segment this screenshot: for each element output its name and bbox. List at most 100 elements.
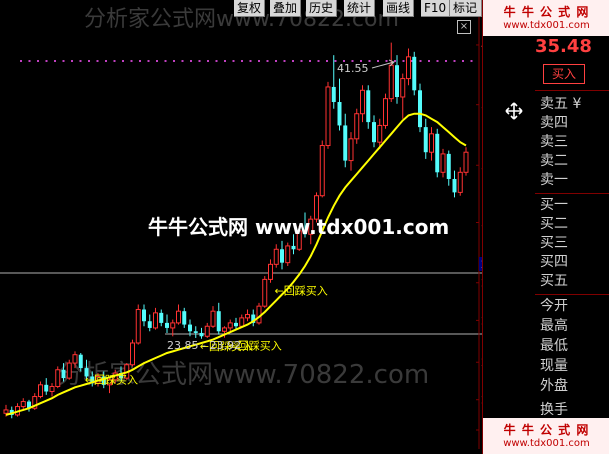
candle-body	[3, 409, 9, 414]
candle-body	[216, 311, 221, 332]
candle-body	[222, 327, 227, 332]
marker-dot	[377, 60, 379, 62]
candle-body	[331, 86, 336, 103]
marker-dot	[181, 60, 184, 62]
candle-body	[372, 122, 376, 143]
candle-body	[159, 312, 164, 323]
candle-body	[182, 311, 187, 325]
candle-body	[153, 312, 158, 329]
marker-dot	[292, 60, 294, 62]
signal-label: ←回踩买入	[85, 373, 138, 386]
marker-dot	[164, 60, 167, 62]
marker-dot	[368, 60, 371, 62]
candle-body	[429, 133, 434, 153]
candle-body	[204, 325, 210, 337]
candle-body	[348, 138, 354, 162]
marker-dot	[258, 60, 260, 62]
marker-dot	[88, 60, 90, 62]
marker-dot	[45, 60, 48, 62]
buy-level-4: 买四	[540, 254, 568, 270]
candle-body	[423, 127, 428, 153]
candle-body	[435, 133, 440, 173]
marker-dot	[249, 60, 252, 62]
marker-dot	[232, 60, 235, 62]
logo-title: 牛 牛 公 式 网	[503, 423, 590, 437]
move-cursor-icon	[505, 102, 523, 120]
candlestick-chart[interactable]: 分析家公式网www.70822.com 分析家公式网www.70822.com …	[0, 0, 482, 449]
candle-body	[49, 385, 55, 393]
candle-body	[78, 354, 83, 369]
buy-button[interactable]: 买入	[543, 64, 585, 84]
candle-body	[135, 309, 141, 344]
marker-dot	[300, 60, 303, 62]
candle-body	[188, 324, 192, 332]
marker-dot	[105, 60, 107, 62]
marker-dot	[198, 60, 201, 62]
divider	[535, 193, 609, 194]
marker-dot	[224, 60, 226, 62]
close-icon[interactable]: ×	[457, 20, 471, 34]
toolbar-diejia[interactable]: 叠加	[270, 0, 302, 17]
sell-level-3: 卖三	[540, 134, 568, 150]
candle-body	[400, 78, 406, 98]
marker-dot	[215, 60, 218, 62]
divider	[535, 294, 609, 295]
marker-dot	[156, 60, 158, 62]
candle-body	[262, 278, 268, 307]
candle-body	[319, 145, 325, 197]
candle-body	[337, 102, 342, 126]
candle-body	[418, 90, 422, 128]
marker-dot	[309, 60, 311, 62]
candle-body	[377, 124, 383, 143]
candle-body	[55, 369, 61, 387]
marker-dot	[241, 60, 243, 62]
marker-dot	[275, 60, 277, 62]
candle-body	[72, 354, 78, 364]
candle-body	[38, 384, 43, 398]
candle-body	[354, 113, 360, 140]
logo-url: www.tdx001.com	[503, 20, 590, 31]
marker-dot	[37, 60, 39, 62]
candle-body	[280, 249, 284, 263]
marker-dot	[139, 60, 141, 62]
logo-url: www.tdx001.com	[503, 438, 590, 449]
marker-dot	[445, 60, 447, 62]
candle-body	[463, 151, 469, 173]
logo-title: 牛 牛 公 式 网	[503, 5, 590, 19]
candle-body	[130, 342, 135, 366]
candle-body	[360, 89, 365, 115]
candle-body	[412, 56, 417, 91]
logo-top: 牛 牛 公 式 网 www.tdx001.com	[483, 0, 609, 36]
toolbar-f10[interactable]: F10	[421, 0, 451, 17]
marker-dot	[122, 60, 124, 62]
marker-dot	[317, 60, 320, 62]
marker-dot	[71, 60, 73, 62]
sell-level-4: 卖四	[540, 115, 568, 131]
candle-body	[440, 153, 446, 173]
marker-dot	[462, 60, 464, 62]
candle-body	[285, 245, 291, 264]
candle-body	[66, 362, 72, 379]
buy-level-1: 买一	[540, 197, 568, 213]
current-price: 35.48	[535, 36, 592, 57]
toolbar-huaxian[interactable]: 画线	[383, 0, 415, 17]
marker-dot	[190, 60, 192, 62]
marker-dot	[453, 60, 456, 62]
toolbar-fuquan[interactable]: 复权	[234, 0, 266, 17]
buy-level-2: 买二	[540, 216, 568, 232]
marker-dot	[402, 60, 405, 62]
toolbar-biaoji[interactable]: 标记	[450, 0, 482, 17]
candle-body	[273, 248, 279, 265]
marker-dot	[54, 60, 56, 62]
toolbar-lishi[interactable]: 历史	[306, 0, 338, 17]
candle-body	[170, 322, 176, 329]
candle-body	[142, 309, 146, 322]
marker-dot	[283, 60, 286, 62]
stat-low: 最低	[540, 338, 568, 354]
watermark-center: 牛牛公式网 www.tdx001.com	[148, 215, 449, 239]
candle-body	[193, 331, 198, 333]
candle-body	[366, 90, 371, 123]
marker-dot	[419, 60, 422, 62]
toolbar-tongji[interactable]: 统计	[344, 0, 376, 17]
range-annotation: 23.85 - 23.92	[167, 339, 241, 352]
